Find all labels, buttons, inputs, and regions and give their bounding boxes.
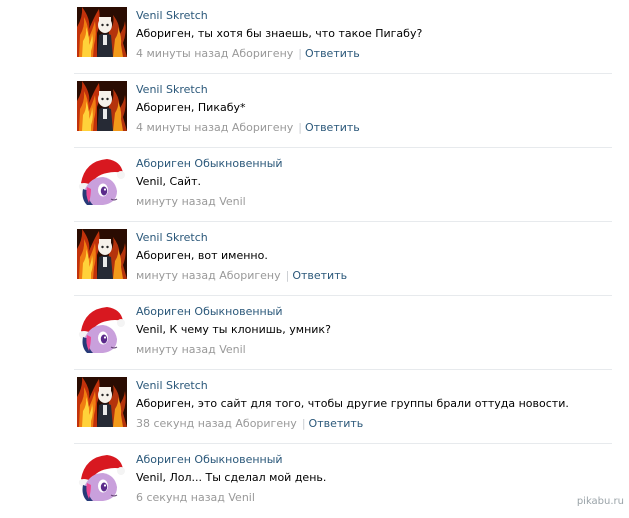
reply-link[interactable]: Ответить	[309, 417, 364, 430]
comment-author-link[interactable]: Venil Skretch	[136, 9, 208, 22]
comment-text: Абориген, ты хотя бы знаешь, что такое П…	[136, 27, 423, 40]
pikabu-watermark: pikabu.ru	[576, 496, 624, 507]
comment-text: Абориген, это сайт для того, чтобы други…	[136, 397, 569, 410]
comment-timestamp[interactable]: 4 минуты назад Аборигену	[136, 121, 293, 134]
meta-separator: |	[301, 417, 306, 430]
comment-item: Venil Skretch Абориген, ты хотя бы знаешь…	[0, 0, 629, 74]
comment-item: Venil Skretch Абориген, вот именно. минуту…	[0, 222, 629, 296]
fire-character-avatar-icon	[77, 377, 127, 427]
comment-meta: минуту назад Venil	[136, 195, 246, 208]
comment-timestamp[interactable]: минуту назад Venil	[136, 195, 246, 208]
avatar[interactable]	[77, 81, 127, 131]
comment-timestamp[interactable]: 4 минуты назад Аборигену	[136, 47, 293, 60]
meta-separator: |	[298, 47, 302, 60]
comment-meta: 4 минуты назад Аборигену | Ответить	[136, 121, 360, 134]
comment-text: Venil, Сайт.	[136, 175, 201, 188]
avatar[interactable]	[77, 303, 127, 353]
fire-character-avatar-icon	[77, 7, 127, 57]
comment-author-link[interactable]: Абориген Обыкновенный	[136, 157, 283, 170]
pony-santa-hat-avatar-icon	[77, 303, 127, 353]
pony-santa-hat-avatar-icon	[77, 155, 127, 205]
comment-author-link[interactable]: Venil Skretch	[136, 83, 208, 96]
comment-item: Venil Skretch Абориген, Пикабу* 4 минуты н…	[0, 74, 629, 148]
comment-text: Venil, Лол... Ты сделал мой день.	[136, 471, 327, 484]
comment-meta: 4 минуты назад Аборигену | Ответить	[136, 47, 360, 60]
comment-text: Абориген, вот именно.	[136, 249, 268, 262]
comment-author-link[interactable]: Абориген Обыкновенный	[136, 305, 283, 318]
comment-author-link[interactable]: Venil Skretch	[136, 379, 208, 392]
comment-meta: минуту назад Аборигену | Ответить	[136, 269, 347, 282]
comment-item: Venil Skretch Абориген, это сайт для того…	[0, 370, 629, 444]
avatar[interactable]	[77, 451, 127, 501]
comment-meta: минуту назад Venil	[136, 343, 246, 356]
comment-text: Абориген, Пикабу*	[136, 101, 246, 114]
comment-timestamp[interactable]: минуту назад Venil	[136, 343, 246, 356]
comment-meta: 6 секунд назад Venil	[136, 491, 255, 504]
reply-link[interactable]: Ответить	[305, 47, 360, 60]
avatar[interactable]	[77, 7, 127, 57]
pony-santa-hat-avatar-icon	[77, 451, 127, 501]
comment-timestamp[interactable]: 38 секунд назад Аборигену	[136, 417, 297, 430]
comment-text: Venil, К чему ты клонишь, умник?	[136, 323, 331, 336]
reply-link[interactable]: Ответить	[292, 269, 347, 282]
comment-item: Абориген Обыкновенный Venil, Лол... Ты сд…	[0, 444, 629, 518]
fire-character-avatar-icon	[77, 81, 127, 131]
meta-separator: |	[298, 121, 302, 134]
comment-author-link[interactable]: Venil Skretch	[136, 231, 208, 244]
comment-timestamp[interactable]: 6 секунд назад Venil	[136, 491, 255, 504]
comment-timestamp[interactable]: минуту назад Аборигену	[136, 269, 281, 282]
avatar[interactable]	[77, 377, 127, 427]
comment-item: Абориген Обыкновенный Venil, К чему ты кл…	[0, 296, 629, 370]
comment-item: Абориген Обыкновенный Venil, Сайт. минуту …	[0, 148, 629, 222]
avatar[interactable]	[77, 155, 127, 205]
comment-author-link[interactable]: Абориген Обыкновенный	[136, 453, 283, 466]
meta-separator: |	[285, 269, 290, 282]
fire-character-avatar-icon	[77, 229, 127, 279]
comment-meta: 38 секунд назад Аборигену | Ответить	[136, 417, 363, 430]
reply-link[interactable]: Ответить	[305, 121, 360, 134]
avatar[interactable]	[77, 229, 127, 279]
